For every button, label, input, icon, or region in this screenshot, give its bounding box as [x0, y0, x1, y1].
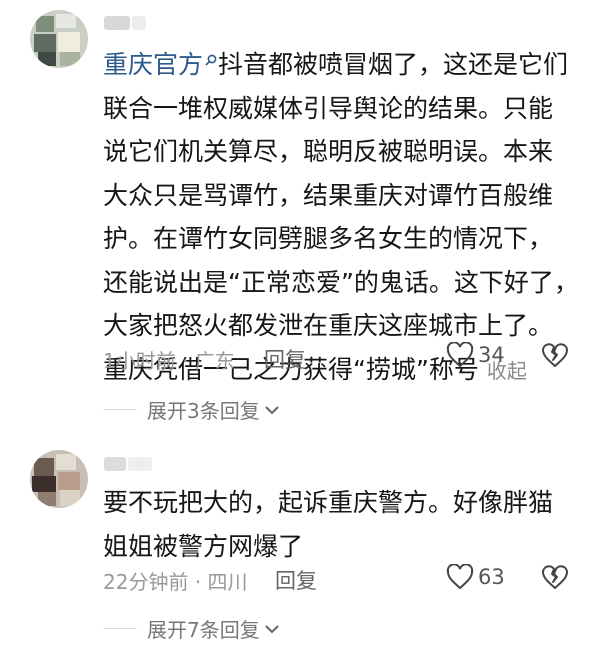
comment-text: 重庆官方 抖音都被喷冒烟了，这还是它们 联合一堆权威媒体引导舆论的结果。只能 说它…: [103, 50, 579, 384]
expand-replies-label: 展开7条回复: [147, 618, 260, 642]
broken-heart-icon: [541, 342, 569, 368]
comment-text: 要不玩把大的，起诉重庆警方。好像胖猫 姐姐被警方网爆了: [103, 488, 554, 561]
chevron-down-icon: [264, 404, 280, 416]
broken-heart-icon: [541, 564, 569, 590]
like-button[interactable]: 34: [446, 342, 505, 368]
avatar[interactable]: [30, 450, 88, 508]
like-button[interactable]: 63: [446, 564, 505, 590]
heart-outline-icon: [446, 342, 474, 368]
search-icon: [204, 53, 218, 67]
expand-replies-button[interactable]: 展开7条回复: [103, 614, 280, 643]
comment-meta: 22分钟前 · 四川: [103, 570, 248, 594]
user-tag-link[interactable]: 重庆官方: [103, 50, 218, 79]
reply-button[interactable]: 回复: [275, 565, 317, 595]
divider: [103, 627, 137, 630]
username-blurred[interactable]: [104, 16, 130, 30]
expand-replies-label: 展开3条回复: [147, 399, 260, 423]
divider: [103, 408, 137, 411]
chevron-down-icon: [264, 623, 280, 635]
like-count: 63: [478, 565, 505, 589]
username-blurred[interactable]: [132, 16, 146, 30]
username-blurred[interactable]: [128, 457, 152, 471]
expand-replies-button[interactable]: 展开3条回复: [103, 395, 280, 424]
comment-meta: 1小时前 · 广东: [103, 349, 235, 373]
username-blurred[interactable]: [104, 457, 126, 471]
dislike-button[interactable]: [541, 342, 569, 368]
heart-outline-icon: [446, 564, 474, 590]
dislike-button[interactable]: [541, 564, 569, 590]
reply-button[interactable]: 回复: [264, 344, 306, 374]
avatar[interactable]: [30, 10, 88, 68]
like-count: 34: [478, 343, 505, 367]
